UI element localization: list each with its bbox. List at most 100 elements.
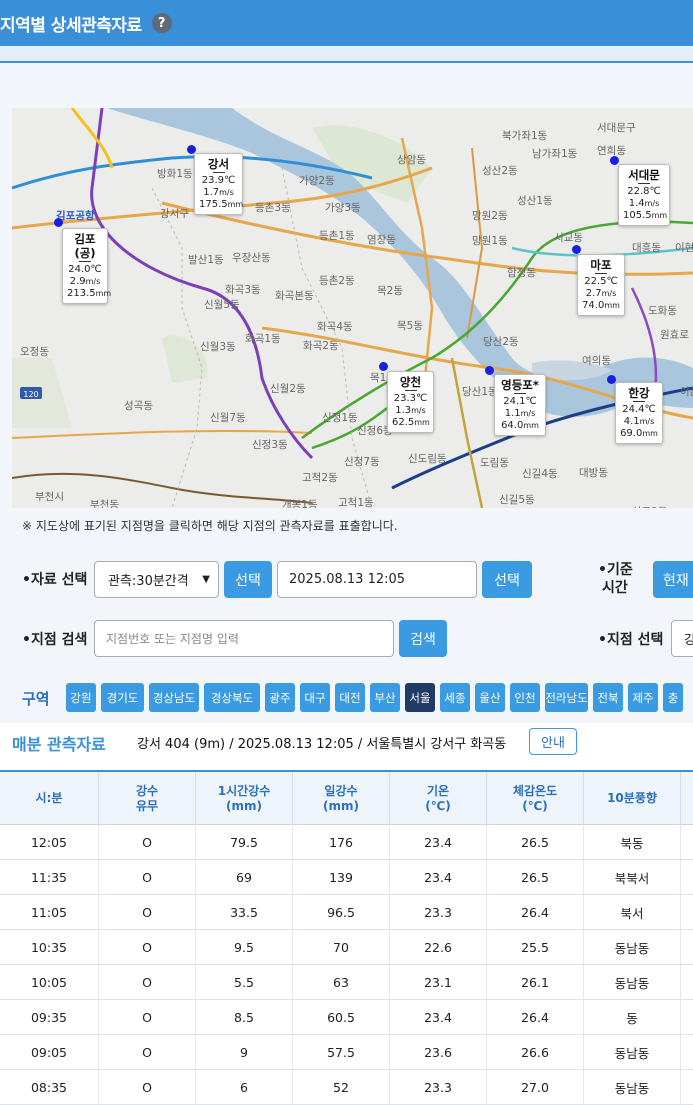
map-place-name: 발산1동	[188, 254, 224, 266]
help-icon[interactable]: ?	[151, 13, 172, 33]
region-tab[interactable]: 대전	[335, 683, 365, 712]
table-cell: 25.5	[487, 930, 584, 964]
station-dot[interactable]	[54, 218, 63, 227]
region-tab[interactable]: 제주	[628, 683, 658, 712]
table-cell: 63	[293, 965, 390, 999]
station-dot[interactable]	[485, 366, 494, 375]
station-divider	[514, 393, 526, 394]
station-dot[interactable]	[379, 362, 388, 371]
map-place-name: 부천동	[90, 499, 119, 508]
region-tab[interactable]: 부산	[370, 683, 400, 712]
data-select-label: •자료 선택	[22, 572, 88, 588]
table-cell: 70	[293, 930, 390, 964]
table-cell: 176	[293, 825, 390, 859]
temp-unit: ℃	[606, 276, 618, 287]
data-type-select[interactable]: 관측:30분간격 ▼	[94, 561, 219, 598]
map-place-name: 등촌3동	[255, 202, 291, 214]
column-header[interactable]: 1시간강수 (mm)	[196, 772, 293, 825]
temp-value: 24.0	[68, 264, 91, 275]
region-tab[interactable]: 경상남도	[149, 683, 199, 712]
table-cell: 23.4	[390, 825, 487, 859]
map-place-name: 신월5동	[204, 299, 240, 311]
region-tab[interactable]: 강원	[66, 683, 96, 712]
table-cell: 12:05	[0, 825, 99, 859]
region-tab[interactable]: 전라남도	[545, 683, 588, 712]
station-card-seodaemun[interactable]: 서대문 22.8℃ 1.4m/s 105.5mm	[618, 164, 670, 226]
station-dot[interactable]	[610, 156, 619, 165]
table-cell: O	[99, 1000, 196, 1034]
station-card-hangang[interactable]: 한강 24.4℃ 4.1m/s 69.0mm	[615, 382, 663, 444]
table-cell: 33.5	[196, 895, 293, 929]
wind-unit: m/s	[520, 409, 536, 418]
column-header[interactable]: 일강수 (mm)	[293, 772, 390, 825]
column-header[interactable]: 기온 (℃)	[390, 772, 487, 825]
table-cell: 60.5	[293, 1000, 390, 1034]
map-place-name: 우장산동	[232, 252, 271, 264]
guide-button[interactable]: 안내	[529, 728, 577, 755]
station-card-mapo[interactable]: 마포 22.5℃ 2.7m/s 74.0mm	[577, 254, 625, 316]
region-tab[interactable]: 울산	[475, 683, 505, 712]
map-place-name: 신길5동	[499, 494, 535, 506]
column-header[interactable]: 체감온도 (℃)	[487, 772, 584, 825]
map-place-name: 여의동	[582, 355, 611, 367]
table-cell: O	[99, 1035, 196, 1069]
station-divider	[638, 183, 650, 184]
station-temp: 22.5℃	[582, 276, 620, 288]
region-tab[interactable]: 대구	[300, 683, 330, 712]
station-map[interactable]: 120 북가좌1동 서대문구 남가좌1동 연희동 상암동 성산2동 방화1동 가양2동 성산1동…	[12, 108, 693, 508]
region-tab[interactable]: 전북	[593, 683, 623, 712]
table-header: 시:분 강수 유무 1시간강수 (mm) 일강수 (mm) 기온 (℃) 체감온도 (℃)…	[0, 770, 693, 825]
rain-unit: mm	[651, 211, 668, 220]
region-tab[interactable]: 인천	[510, 683, 540, 712]
region-tab[interactable]: 경상북도	[204, 683, 260, 712]
station-wind: 1.7m/s	[199, 187, 238, 199]
region-tab[interactable]: 세종	[440, 683, 470, 712]
map-place-name: 상도1동	[632, 504, 668, 508]
rain-unit: mm	[523, 421, 539, 430]
station-wind: 1.4m/s	[623, 198, 665, 210]
select-button[interactable]: 선택	[224, 561, 272, 598]
table-cell: O	[99, 930, 196, 964]
region-tab[interactable]: 광주	[265, 683, 295, 712]
datetime-input[interactable]: 2025.08.13 12:05	[277, 561, 477, 598]
region-tab[interactable]: 경기도	[101, 683, 144, 712]
station-card-yangcheon[interactable]: 양천 23.3℃ 1.3m/s 62.5mm	[387, 371, 434, 433]
rain-unit: mm	[414, 418, 430, 427]
station-card-yeongdeungpo[interactable]: 영등포* 24.1℃ 1.1m/s 64.0mm	[494, 374, 546, 436]
column-header[interactable]: 10분풍향	[584, 772, 681, 825]
table-cell: 23.1	[390, 965, 487, 999]
rain-unit: mm	[642, 429, 658, 438]
table-row: 08:35 O 6 52 23.3 27.0 동남동	[0, 1070, 693, 1105]
table-cell: 9.5	[196, 930, 293, 964]
map-place-name: 신정1동	[322, 412, 358, 424]
station-search-input[interactable]: 지점번호 또는 지점명 입력	[94, 620, 394, 657]
station-card-gimpo[interactable]: 김포(공) 24.0℃ 2.9m/s 213.5mm	[62, 228, 111, 304]
current-time-button[interactable]: 현재	[653, 561, 693, 598]
station-temp: 24.1℃	[499, 396, 541, 408]
region-tab[interactable]: 충	[663, 683, 683, 712]
map-place-name: 성산2동	[482, 165, 518, 177]
map-place-name: 신길4동	[522, 468, 558, 480]
table-cell: O	[99, 825, 196, 859]
column-header[interactable]: 시:분	[0, 772, 99, 825]
station-dot[interactable]	[572, 245, 581, 254]
station-divider	[633, 401, 645, 402]
table-cell: 23.3	[390, 895, 487, 929]
station-select[interactable]: 강	[671, 620, 693, 657]
region-tab[interactable]: 서울	[405, 683, 435, 712]
wind-value: 1.7	[203, 187, 220, 198]
datetime-select-button[interactable]: 선택	[482, 561, 532, 598]
table-row: 11:35 O 69 139 23.4 26.5 북북서	[0, 860, 693, 895]
map-place-name: 개봉1동	[282, 499, 318, 508]
search-button[interactable]: 검색	[399, 620, 447, 657]
station-divider	[404, 390, 417, 391]
station-name: 영등포*	[501, 378, 539, 392]
table-cell: 10:35	[0, 930, 99, 964]
station-card-gangseo[interactable]: 강서 23.9℃ 1.7m/s 175.5mm	[194, 153, 243, 215]
table-cell: 26.1	[487, 965, 584, 999]
station-temp: 23.9℃	[199, 175, 238, 187]
temp-value: 23.9	[201, 175, 225, 186]
column-header[interactable]: 강수 유무	[99, 772, 196, 825]
map-place-name: 이촌	[680, 386, 693, 398]
map-place-name: 가양2동	[299, 175, 335, 187]
